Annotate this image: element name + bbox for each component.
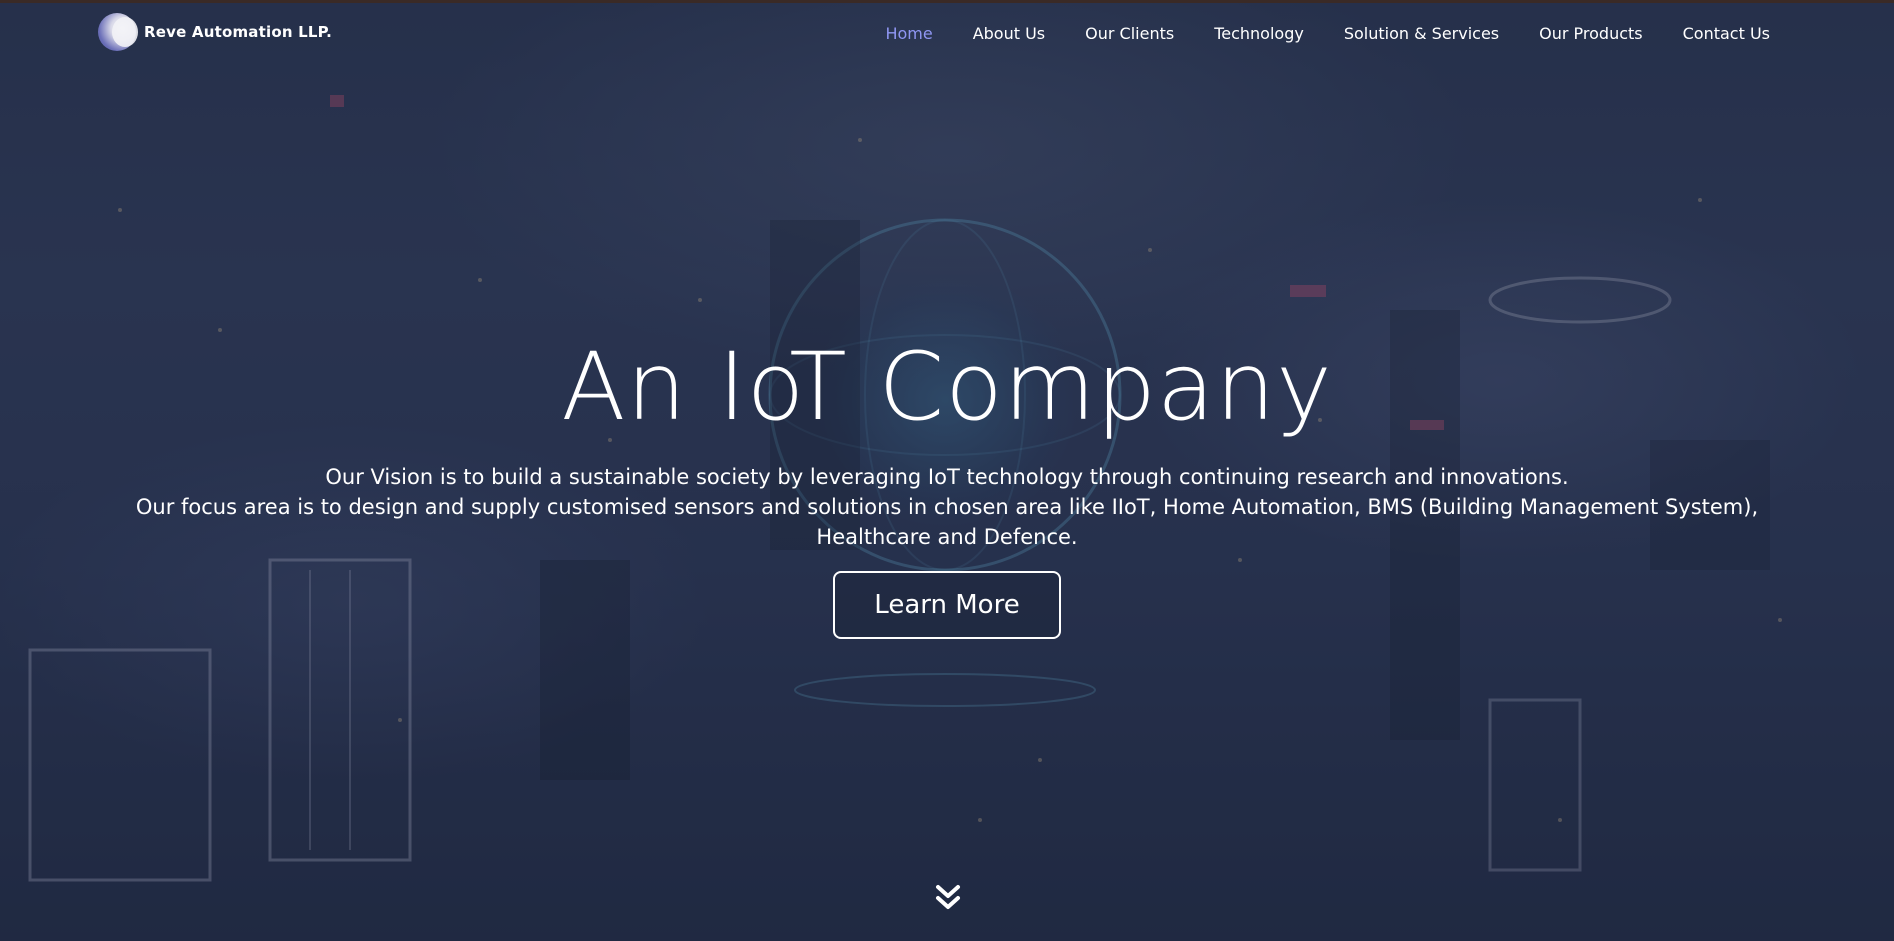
hero-description: Our Vision is to build a sustainable soc… <box>90 462 1804 552</box>
double-chevron-down-icon[interactable] <box>935 884 961 912</box>
hero-title: An IoT Company <box>561 333 1333 442</box>
hero-section: An IoT Company Our Vision is to build a … <box>0 0 1894 941</box>
hero-vision-text: Our Vision is to build a sustainable soc… <box>325 465 1569 489</box>
learn-more-button[interactable]: Learn More <box>833 571 1061 639</box>
hero-focus-text: Our focus area is to design and supply c… <box>135 495 1759 549</box>
